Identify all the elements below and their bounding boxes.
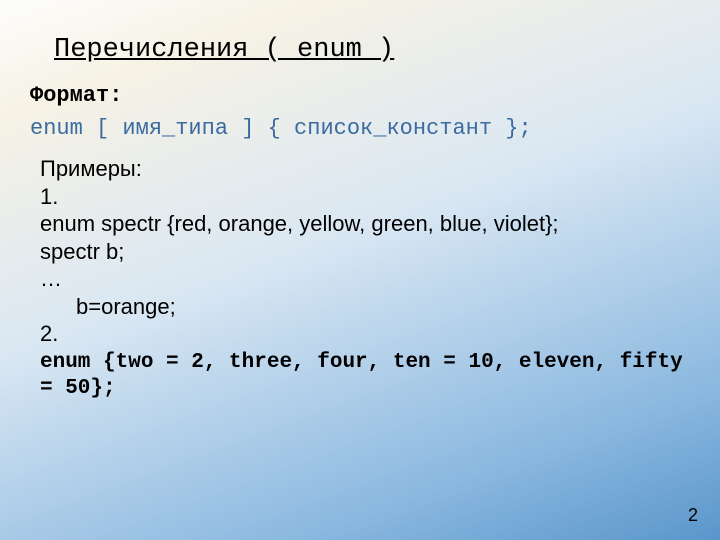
example-1-line-4: b=orange; [40, 293, 690, 321]
page-number: 2 [688, 505, 698, 526]
examples-header: Примеры: [40, 155, 690, 183]
example-1-line-3: … [40, 265, 690, 293]
slide-title: Перечисления ( enum ) [54, 35, 690, 65]
slide: Перечисления ( enum ) Формат: enum [ имя… [0, 0, 720, 540]
example-1-line-1: enum spectr {red, orange, yellow, green,… [40, 210, 690, 238]
format-syntax: enum [ имя_типа ] { список_констант }; [30, 116, 690, 141]
example-2-number: 2. [40, 320, 690, 348]
format-label: Формат: [30, 83, 690, 108]
examples-block: Примеры: 1. enum spectr {red, orange, ye… [40, 155, 690, 402]
example-2-code: enum {two = 2, three, four, ten = 10, el… [40, 350, 690, 403]
example-1-number: 1. [40, 183, 690, 211]
example-1-line-4-text: b=orange; [40, 293, 176, 321]
example-1-line-2: spectr b; [40, 238, 690, 266]
